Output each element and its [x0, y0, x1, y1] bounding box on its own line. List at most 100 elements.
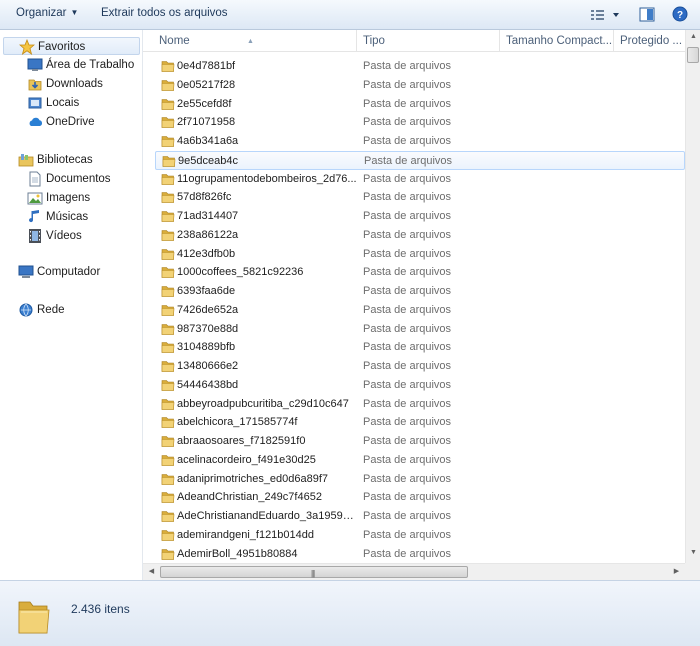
change-view-button[interactable]	[590, 7, 622, 23]
file-row[interactable]: abelchicora_171585774f Pasta de arquivos	[155, 413, 685, 432]
file-type: Pasta de arquivos	[363, 322, 452, 335]
nav-item-label: Músicas	[46, 211, 89, 223]
file-name: 9e5dceab4c	[178, 154, 238, 167]
chevron-down-icon: ▼	[70, 8, 79, 17]
file-row[interactable]: 54446438bd Pasta de arquivos	[155, 376, 685, 395]
file-type: Pasta de arquivos	[363, 60, 452, 72]
file-type: Pasta de arquivos	[363, 378, 452, 391]
column-header-name[interactable]: Nome ▲	[153, 30, 357, 52]
folder-icon	[161, 473, 175, 485]
file-type: Pasta de arquivos	[363, 547, 452, 560]
organize-button[interactable]: Organizar ▼	[16, 7, 78, 19]
file-row[interactable]: 9e5dceab4c Pasta de arquivos	[155, 150, 685, 170]
file-name: 7426de652a	[177, 303, 239, 316]
file-row[interactable]: 1000coffees_5821c92236 Pasta de arquivos	[155, 263, 685, 282]
file-row[interactable]: 238a86122a Pasta de arquivos	[155, 226, 685, 245]
file-name: 412e3dfb0b	[177, 247, 236, 260]
column-type-label: Tipo	[363, 35, 385, 47]
view-list-icon	[591, 10, 619, 20]
column-header-compressed-size[interactable]: Tamanho Compact...	[500, 30, 614, 52]
file-row[interactable]: AdeChristianandEduardo_3a19593... Pasta d…	[155, 507, 685, 526]
scroll-right-icon[interactable]: ▶	[671, 566, 682, 577]
file-row[interactable]: abbeyroadpubcuritiba_c29d10c647 Pasta de …	[155, 395, 685, 414]
horizontal-scroll-thumb[interactable]: |||	[160, 566, 468, 578]
file-row[interactable]: 0e05217f28 Pasta de arquivos	[155, 76, 685, 95]
column-header-type[interactable]: Tipo	[357, 30, 500, 52]
file-name: 987370e88d	[177, 322, 239, 335]
file-type: Pasta de arquivos	[363, 397, 452, 410]
file-row[interactable]: 11ogrupamentodebombeiros_2d76... Pasta de…	[155, 170, 685, 189]
onedrive-icon	[29, 117, 43, 126]
scroll-up-icon[interactable]: ▲	[688, 33, 699, 44]
file-type: Pasta de arquivos	[364, 154, 453, 167]
column-protected-label: Protegido ...	[620, 35, 683, 47]
file-row[interactable]: 13480666e2 Pasta de arquivos	[155, 357, 685, 376]
folder-icon	[161, 61, 175, 72]
file-row[interactable]: 71ad314407 Pasta de arquivos	[155, 207, 685, 226]
folder-icon	[161, 98, 175, 110]
file-type: Pasta de arquivos	[363, 247, 452, 260]
file-row[interactable]: adaniprimotriches_ed0d6a89f7 Pasta de arq…	[155, 470, 685, 489]
folder-icon	[161, 492, 175, 504]
file-type: Pasta de arquivos	[363, 228, 452, 241]
computer-icon	[18, 265, 34, 278]
file-row[interactable]: AdemirBoll_4951b80884 Pasta de arquivos	[155, 545, 685, 562]
folder-icon	[162, 155, 176, 167]
folder-icon	[161, 173, 175, 185]
nav-favorites[interactable]: Favoritos	[3, 37, 140, 55]
column-header-protected[interactable]: Protegido ...	[614, 30, 685, 52]
horizontal-scrollbar[interactable]: ◀ ||| ▶	[143, 563, 685, 580]
file-type: Pasta de arquivos	[363, 285, 452, 297]
file-row[interactable]: 3104889bfb Pasta de arquivos	[155, 338, 685, 357]
svg-text:?: ?	[677, 10, 683, 21]
file-row[interactable]: 0e4d7881bf Pasta de arquivos	[155, 57, 685, 76]
nav-item-label: Locais	[46, 97, 80, 109]
file-name: 6393faa6de	[177, 285, 236, 297]
folder-icon	[161, 136, 175, 147]
file-name: adaniprimotriches_ed0d6a89f7	[177, 472, 329, 485]
item-count: 2.436 itens	[71, 602, 130, 616]
file-row[interactable]: 6393faa6de Pasta de arquivos	[155, 282, 685, 301]
folder-icon	[161, 417, 175, 429]
file-row[interactable]: 987370e88d Pasta de arquivos	[155, 320, 685, 339]
folder-icon	[161, 211, 175, 222]
file-type: Pasta de arquivos	[363, 453, 452, 466]
column-size-label: Tamanho Compact...	[506, 35, 613, 47]
file-row[interactable]: 412e3dfb0b Pasta de arquivos	[155, 245, 685, 264]
file-name: abbeyroadpubcuritiba_c29d10c647	[177, 397, 349, 410]
downloads-icon	[28, 79, 42, 91]
file-name: AdemirBoll_4951b80884	[177, 547, 298, 560]
file-name: abraaosoares_f7182591f0	[177, 435, 306, 447]
file-name: 3104889bfb	[177, 341, 236, 354]
file-row[interactable]: 2f71071958 Pasta de arquivos	[155, 113, 685, 132]
scroll-left-icon[interactable]: ◀	[146, 566, 157, 577]
star-icon	[19, 39, 35, 55]
file-type: Pasta de arquivos	[363, 416, 452, 429]
file-type: Pasta de arquivos	[363, 116, 452, 129]
preview-pane-button[interactable]	[639, 7, 655, 22]
file-name: 0e05217f28	[177, 78, 236, 91]
vertical-scroll-thumb[interactable]	[687, 47, 699, 63]
desktop-icon	[27, 58, 43, 71]
file-row[interactable]: abraaosoares_f7182591f0 Pasta de arquivos	[155, 432, 685, 451]
file-type: Pasta de arquivos	[363, 210, 452, 222]
file-row[interactable]: 4a6b341a6a Pasta de arquivos	[155, 132, 685, 151]
file-row[interactable]: 7426de652a Pasta de arquivos	[155, 301, 685, 320]
file-name: AdeChristianandEduardo_3a19593...	[177, 510, 357, 522]
file-row[interactable]: 2e55cefd8f Pasta de arquivos	[155, 95, 685, 114]
nav-computer-label: Computador	[37, 266, 101, 278]
file-type: Pasta de arquivos	[363, 435, 452, 447]
vertical-scrollbar[interactable]: ▲ ▼	[685, 30, 700, 563]
file-row[interactable]: ademirandgeni_f121b014dd Pasta de arquivo…	[155, 526, 685, 545]
extract-all-button[interactable]: Extrair todos os arquivos	[101, 7, 228, 19]
folder-icon	[161, 454, 175, 466]
folder-icon	[161, 304, 175, 316]
scroll-down-icon[interactable]: ▼	[688, 549, 699, 560]
file-row[interactable]: 57d8f826fc Pasta de arquivos	[155, 188, 685, 207]
libraries-icon	[18, 154, 34, 167]
file-row[interactable]: AdeandChristian_249c7f4652 Pasta de arqui…	[155, 488, 685, 507]
file-row[interactable]: acelinacordeiro_f491e30d25 Pasta de arqui…	[155, 451, 685, 470]
help-button[interactable]: ?	[672, 6, 688, 22]
file-type: Pasta de arquivos	[363, 491, 452, 504]
file-list-pane: Nome ▲ Tipo Tamanho Compact... Protegido…	[143, 30, 700, 580]
